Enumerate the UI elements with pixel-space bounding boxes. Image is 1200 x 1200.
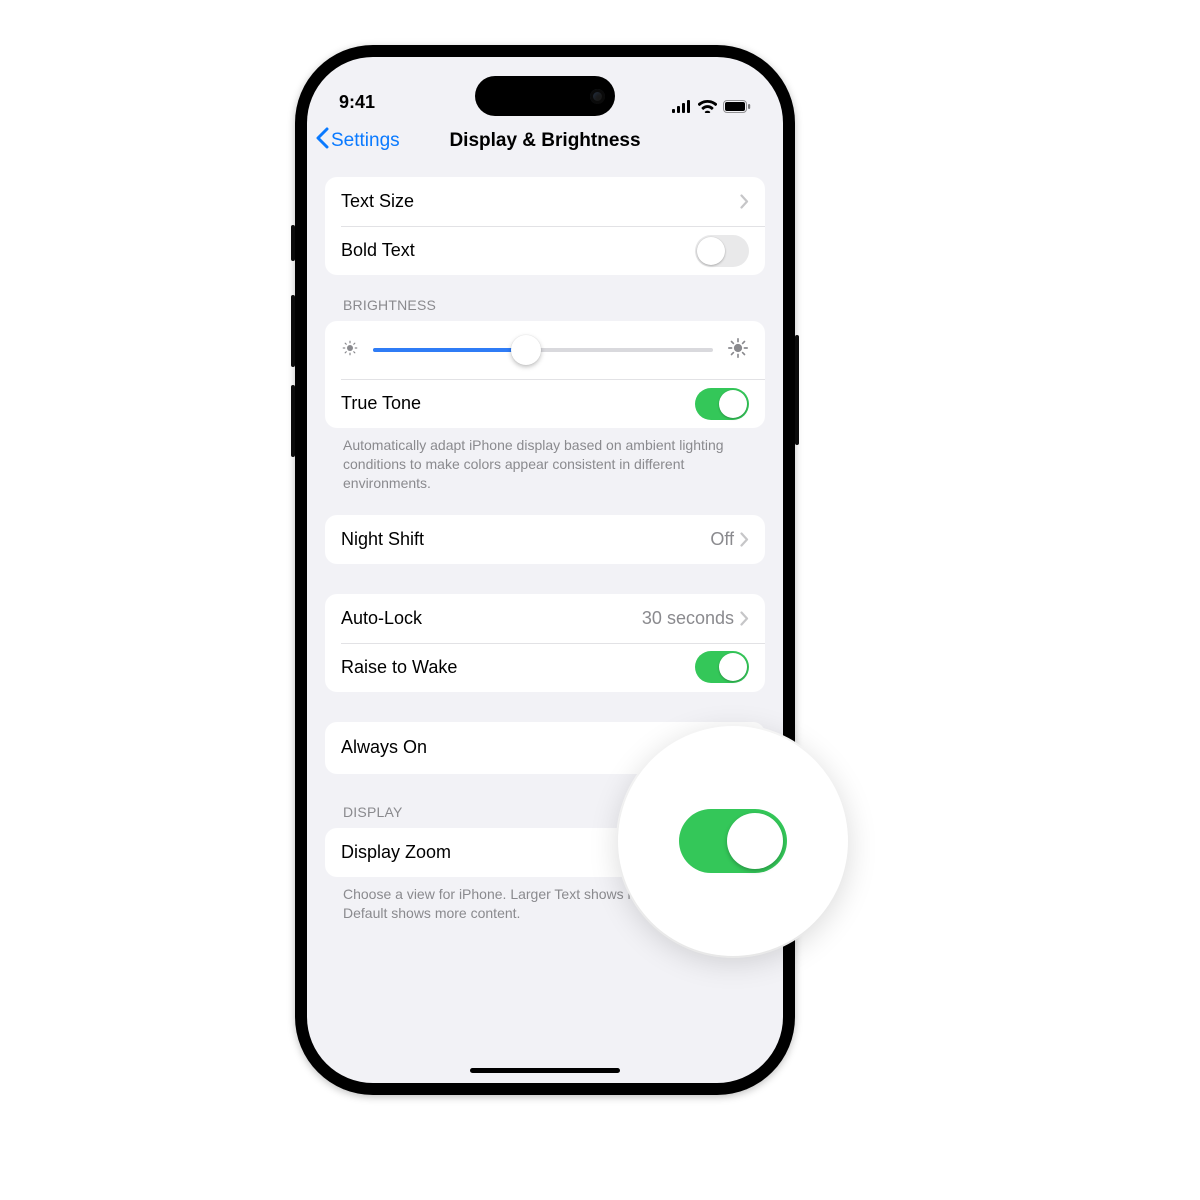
bold-text-toggle[interactable] bbox=[695, 235, 749, 267]
sun-max-icon bbox=[727, 337, 749, 364]
battery-icon bbox=[723, 100, 751, 113]
wifi-icon bbox=[698, 100, 717, 113]
side-button bbox=[795, 335, 799, 445]
row-text-size[interactable]: Text Size bbox=[325, 177, 765, 226]
back-button[interactable]: Settings bbox=[315, 127, 400, 155]
row-raise-to-wake: Raise to Wake bbox=[325, 643, 765, 692]
dynamic-island bbox=[475, 76, 615, 116]
chevron-right-icon bbox=[740, 611, 749, 626]
group-text: Text Size Bold Text bbox=[325, 177, 765, 275]
row-auto-lock[interactable]: Auto-Lock 30 seconds bbox=[325, 594, 765, 643]
status-time: 9:41 bbox=[339, 92, 375, 113]
group-brightness: True Tone bbox=[325, 321, 765, 428]
chevron-right-icon bbox=[740, 194, 749, 209]
mute-switch bbox=[291, 225, 295, 261]
brightness-header: Brightness bbox=[325, 275, 765, 321]
row-night-shift[interactable]: Night Shift Off bbox=[325, 515, 765, 564]
night-shift-value: Off bbox=[710, 529, 734, 550]
auto-lock-value: 30 seconds bbox=[642, 608, 734, 629]
always-on-label: Always On bbox=[341, 737, 695, 758]
cellular-icon bbox=[672, 100, 692, 113]
slider-thumb[interactable] bbox=[511, 335, 541, 365]
nav-bar: Settings Display & Brightness bbox=[307, 117, 783, 165]
group-night-shift: Night Shift Off bbox=[325, 515, 765, 564]
auto-lock-label: Auto-Lock bbox=[341, 608, 642, 629]
chevron-left-icon bbox=[315, 127, 329, 155]
true-tone-footer: Automatically adapt iPhone display based… bbox=[325, 428, 765, 493]
home-indicator[interactable] bbox=[470, 1068, 620, 1073]
back-label: Settings bbox=[331, 130, 400, 152]
true-tone-label: True Tone bbox=[341, 393, 695, 414]
group-lock: Auto-Lock 30 seconds Raise to Wake bbox=[325, 594, 765, 692]
raise-to-wake-label: Raise to Wake bbox=[341, 657, 695, 678]
raise-to-wake-toggle[interactable] bbox=[695, 651, 749, 683]
always-on-toggle-zoomed bbox=[679, 809, 787, 873]
front-camera bbox=[590, 89, 605, 104]
night-shift-label: Night Shift bbox=[341, 529, 710, 550]
callout-magnifier bbox=[618, 726, 848, 956]
sun-min-icon bbox=[341, 339, 359, 362]
brightness-slider[interactable] bbox=[373, 348, 713, 352]
volume-up-button bbox=[291, 295, 295, 367]
volume-down-button bbox=[291, 385, 295, 457]
text-size-label: Text Size bbox=[341, 191, 740, 212]
row-true-tone: True Tone bbox=[325, 379, 765, 428]
bold-text-label: Bold Text bbox=[341, 240, 695, 261]
row-brightness-slider bbox=[325, 321, 765, 379]
true-tone-toggle[interactable] bbox=[695, 388, 749, 420]
chevron-right-icon bbox=[740, 532, 749, 547]
row-bold-text: Bold Text bbox=[325, 226, 765, 275]
